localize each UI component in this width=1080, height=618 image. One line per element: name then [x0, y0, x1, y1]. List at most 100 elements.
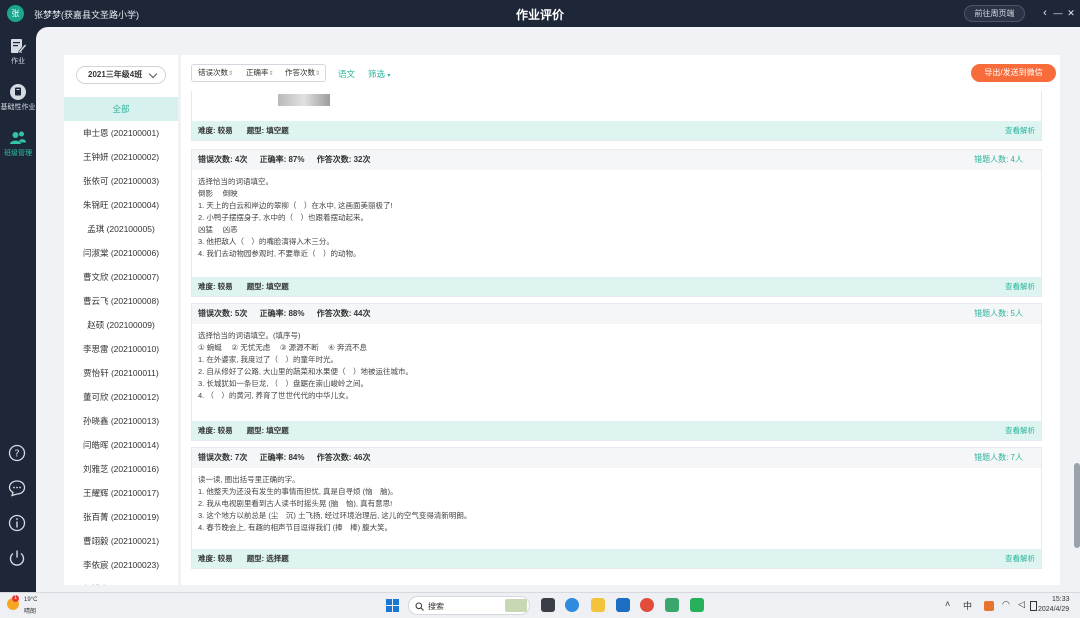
- svg-text:?: ?: [14, 449, 19, 460]
- student-item[interactable]: 曹翊毅 (202100021): [64, 529, 178, 553]
- question-footer: 难度: 较易 题型: 选择题 查看解析: [192, 549, 1041, 568]
- student-item[interactable]: 闫皓晖 (202100014): [64, 433, 178, 457]
- class-select[interactable]: 2021三年级4班: [76, 66, 166, 84]
- search-highlight-icon: [505, 599, 527, 612]
- clock-date[interactable]: 2024/4/29: [1038, 606, 1069, 613]
- sort-group: 错误次数⇕ 正确率⇕ 作答次数⇕: [191, 64, 326, 82]
- question-line: 读一读, 圈出括号里正确的字。: [198, 475, 300, 484]
- sort-arrow-icon: ⇕: [228, 71, 234, 77]
- view-analysis-link[interactable]: 查看解析: [1005, 121, 1035, 140]
- student-item[interactable]: 李依宸 (202100023): [64, 553, 178, 577]
- sort-by-errors[interactable]: 错误次数⇕: [198, 65, 233, 81]
- student-item[interactable]: 申士恩 (202100001): [64, 121, 178, 145]
- question-card: 错误次数: 4次 正确率: 87% 作答次数: 32次 错题人数: 4人 选择恰…: [191, 149, 1042, 297]
- question-line: 倒影 倒映: [198, 189, 238, 198]
- wifi-icon[interactable]: ◠: [1002, 599, 1010, 610]
- question-body: 读一读, 圈出括号里正确的字。 1. 他整天为还没有发生的事情而担忧, 真是自寻…: [192, 468, 1041, 534]
- question-stats: 错误次数: 5次 正确率: 88% 作答次数: 44次 错题人数: 5人: [192, 304, 1041, 324]
- student-item[interactable]: 闫淑棠 (202100006): [64, 241, 178, 265]
- question-line: 1. 天上的白云和岸边的翠柳（ ）在水中, 这画面美丽极了!: [198, 201, 393, 210]
- wechat-icon[interactable]: [690, 598, 704, 612]
- back-icon[interactable]: ‹: [1039, 5, 1051, 21]
- difficulty-label: 难度: 较易: [198, 554, 233, 563]
- info-icon[interactable]: [8, 514, 26, 532]
- question-card: 错误次数: 7次 正确率: 84% 作答次数: 46次 错题人数: 7人 读一读…: [191, 447, 1042, 569]
- student-item[interactable]: 刘雅芝 (202100016): [64, 457, 178, 481]
- difficulty-label: 难度: 较易: [198, 282, 233, 291]
- view-analysis-link[interactable]: 查看解析: [1005, 421, 1035, 440]
- file-explorer-icon[interactable]: [591, 598, 605, 612]
- filter-dropdown[interactable]: 筛选 ▾: [368, 68, 390, 80]
- view-analysis-link[interactable]: 查看解析: [1005, 277, 1035, 296]
- student-item[interactable]: 郭博宇 (202100025): [64, 577, 178, 585]
- student-item-all[interactable]: 全部: [64, 97, 178, 121]
- windows-start-icon[interactable]: [386, 599, 399, 612]
- error-people-link[interactable]: 错题人数: 4人: [974, 150, 1023, 170]
- sort-errors-label: 错误次数: [198, 68, 228, 77]
- sort-by-accuracy[interactable]: 正确率⇕: [246, 65, 274, 81]
- question-list: 难度: 较易 题型: 填空题 查看解析 错误次数: 4次 正确率: 87% 作答…: [191, 91, 1048, 585]
- goto-web-button[interactable]: 前往周页端: [964, 5, 1025, 22]
- question-card: 难度: 较易 题型: 填空题 查看解析: [191, 91, 1042, 141]
- mail-icon[interactable]: [616, 598, 630, 612]
- clock-time[interactable]: 15:33: [1052, 596, 1070, 603]
- student-item[interactable]: 孟琪 (202100005): [64, 217, 178, 241]
- student-item[interactable]: 曹云飞 (202100008): [64, 289, 178, 313]
- sort-by-submissions[interactable]: 作答次数⇕: [285, 65, 320, 81]
- ime-indicator[interactable]: 中: [963, 599, 972, 612]
- question-footer: 难度: 较易 题型: 填空题 查看解析: [192, 421, 1041, 440]
- question-line: 选择恰当的词语填空。: [198, 177, 273, 186]
- subject-chinese[interactable]: 语文: [338, 68, 355, 80]
- battery-icon[interactable]: [1030, 601, 1037, 611]
- nav-item-basic-homework[interactable]: 基础性作业: [0, 83, 36, 112]
- student-item[interactable]: 李思雷 (202100010): [64, 337, 178, 361]
- chrome-icon[interactable]: [640, 598, 654, 612]
- student-item[interactable]: 曹文欣 (202100007): [64, 265, 178, 289]
- student-item[interactable]: 贾怡轩 (202100011): [64, 361, 178, 385]
- student-item[interactable]: 朱锦旺 (202100004): [64, 193, 178, 217]
- chat-icon[interactable]: [8, 479, 26, 497]
- app-x-icon[interactable]: [665, 598, 679, 612]
- question-footer: 难度: 较易 题型: 填空题 查看解析: [192, 121, 1041, 140]
- difficulty-label: 难度: 较易: [198, 426, 233, 435]
- help-icon[interactable]: ?: [8, 444, 26, 462]
- edge-browser-icon[interactable]: [565, 598, 579, 612]
- filter-chevron-icon: ▾: [387, 73, 391, 79]
- sort-arrow-icon: ⇕: [315, 71, 321, 77]
- nav-item-class-management[interactable]: 班级管理: [0, 129, 36, 158]
- export-send-wechat-button[interactable]: 导出/发送到微信: [971, 64, 1056, 82]
- student-item[interactable]: 王耀辉 (202100017): [64, 481, 178, 505]
- task-view-icon[interactable]: [541, 598, 555, 612]
- student-item[interactable]: 王钟妍 (202100002): [64, 145, 178, 169]
- submission-count: 作答次数: 44次: [316, 309, 371, 318]
- nav-item-homework[interactable]: 作业: [0, 37, 36, 66]
- weather-condition: 晴朗: [24, 609, 37, 615]
- submission-count: 作答次数: 32次: [316, 155, 371, 164]
- question-stats: 错误次数: 4次 正确率: 87% 作答次数: 32次 错题人数: 4人: [192, 150, 1041, 170]
- question-line: 4. 春节晚会上, 有趣的相声节目逗得我们 (捧 棒) 腹大笑。: [198, 523, 393, 532]
- student-item[interactable]: 董可欣 (202100012): [64, 385, 178, 409]
- student-item[interactable]: 孙晓鑫 (202100013): [64, 409, 178, 433]
- close-icon[interactable]: ✕: [1065, 5, 1077, 21]
- power-icon[interactable]: [8, 549, 26, 567]
- view-analysis-link[interactable]: 查看解析: [1005, 549, 1035, 568]
- volume-icon[interactable]: ◁: [1018, 599, 1025, 610]
- error-people-link[interactable]: 错题人数: 7人: [974, 448, 1023, 468]
- tray-chevron-icon[interactable]: ˄: [945, 599, 950, 609]
- taskbar-search[interactable]: 搜索: [408, 596, 530, 615]
- question-line: 1. 在外婆家, 我度过了（ ）的童年时光。: [198, 355, 339, 364]
- question-type-label: 题型: 填空题: [246, 282, 289, 291]
- main-content: 2021三年级4班 全部 申士恩 (202100001) 王钟妍 (202100…: [36, 27, 1080, 592]
- user-avatar[interactable]: 张: [7, 5, 24, 22]
- minimize-icon[interactable]: —: [1052, 5, 1064, 21]
- scrollbar-thumb[interactable]: [1074, 463, 1080, 548]
- question-line: 2. 自从修好了公路, 大山里的蔬菜和水果便（ ）地被运往城市。: [198, 367, 414, 376]
- question-image: [278, 94, 330, 106]
- tray-app-icon[interactable]: [984, 601, 994, 611]
- student-item[interactable]: 张依可 (202100003): [64, 169, 178, 193]
- student-item[interactable]: 赵硕 (202100009): [64, 313, 178, 337]
- error-people-link[interactable]: 错题人数: 5人: [974, 304, 1023, 324]
- question-line: 4. （ ）的黄河, 养育了世世代代的中华儿女。: [198, 391, 354, 400]
- student-item[interactable]: 张百菁 (202100019): [64, 505, 178, 529]
- homework-edit-icon: [11, 39, 27, 54]
